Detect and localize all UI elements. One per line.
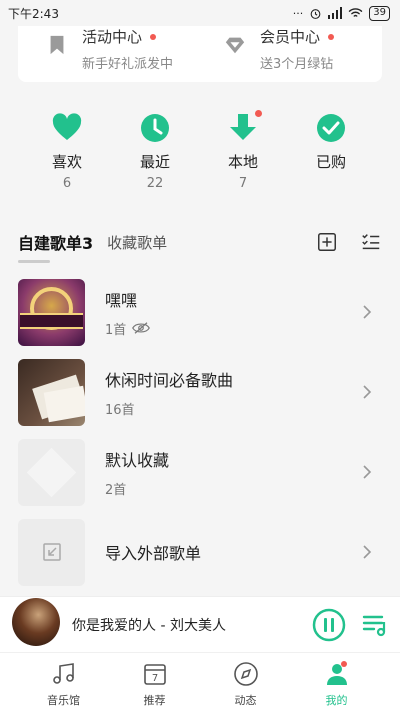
battery-indicator: 39 <box>369 5 390 21</box>
calendar-day-text: 7 <box>151 673 157 684</box>
add-playlist-icon[interactable] <box>316 231 338 253</box>
quick-recent[interactable]: 最近 22 <box>111 112 199 192</box>
quick-local-count: 7 <box>238 176 248 191</box>
playlist-title: 休闲时间必备歌曲 <box>105 370 234 390</box>
quick-favorites-label: 喜欢 <box>51 153 82 171</box>
diamond-icon <box>225 37 245 54</box>
chevron-right-icon <box>363 465 372 479</box>
quick-favorites[interactable]: 喜欢 6 <box>23 112 111 192</box>
playlist-count: 2首 <box>105 482 127 498</box>
alarm-icon <box>310 8 321 19</box>
chevron-right-icon <box>363 385 372 399</box>
hidden-eye-icon <box>132 322 151 334</box>
chevron-right-icon <box>363 305 372 319</box>
playlist-count: 1首 <box>105 322 127 338</box>
playlist-title: 嘿嘿 <box>105 290 138 310</box>
quick-purchased[interactable]: 已购 <box>287 112 375 192</box>
status-time: 下午2:43 <box>8 6 59 21</box>
status-bar: 下午2:43 ··· 39 <box>0 0 400 26</box>
list-item[interactable]: 默认收藏 2首 <box>18 432 382 512</box>
quick-recent-count: 22 <box>146 176 164 191</box>
quick-recent-label: 最近 <box>139 153 170 171</box>
status-icons: ··· 39 <box>292 5 390 21</box>
activity-center-entry[interactable]: 活动中心 新手好礼派发中 <box>18 26 204 82</box>
import-playlist-title: 导入外部歌单 <box>105 544 202 563</box>
nav-mine[interactable]: 我的 <box>291 653 382 711</box>
wifi-icon <box>349 8 363 17</box>
list-item[interactable]: 嘿嘿 1首 <box>18 272 382 352</box>
mini-player[interactable]: 你是我爱的人 - 刘大美人 <box>0 596 400 652</box>
signal-icon <box>328 7 343 19</box>
notification-dot <box>328 33 335 40</box>
activity-center-title: 活动中心 <box>82 28 143 46</box>
bookmark-icon <box>50 35 64 55</box>
notification-dot <box>150 33 157 40</box>
list-item[interactable]: 休闲时间必备歌曲 16首 <box>18 352 382 432</box>
vip-center-title: 会员中心 <box>260 28 321 46</box>
nav-feed[interactable]: 动态 <box>200 653 291 711</box>
music-note-icon <box>52 663 74 684</box>
tab-collected-playlists[interactable]: 收藏歌单 <box>107 232 167 253</box>
nav-mine-label: 我的 <box>325 694 348 707</box>
activity-center-subtitle: 新手好礼派发中 <box>82 57 174 72</box>
notification-dot <box>255 110 262 117</box>
nav-music-hall-label: 音乐馆 <box>47 694 80 707</box>
tab-my-playlists[interactable]: 自建歌单3 <box>18 230 93 263</box>
now-playing-title: 你是我爱的人 - 刘大美人 <box>72 617 226 634</box>
more-dots-icon: ··· <box>292 6 304 20</box>
playlist-cover <box>18 438 85 506</box>
playlist-queue-icon[interactable] <box>362 612 388 638</box>
playlist-tabs: 自建歌单3 收藏歌单 <box>18 224 382 263</box>
playlist-count: 16首 <box>105 402 135 418</box>
vip-center-entry[interactable]: 会员中心 送3个月绿钻 <box>204 26 382 82</box>
playlist-cover <box>18 278 85 346</box>
manage-list-icon[interactable] <box>360 231 382 253</box>
promo-card: 活动中心 新手好礼派发中 会员中心 送3个月绿钻 <box>18 26 382 82</box>
bottom-nav: 音乐馆 7 推荐 动态 我的 <box>0 652 400 711</box>
pause-button[interactable] <box>312 608 346 642</box>
nav-music-hall[interactable]: 音乐馆 <box>18 653 109 711</box>
compass-icon <box>233 662 258 686</box>
nav-recommend[interactable]: 7 推荐 <box>109 653 200 711</box>
calendar-icon: 7 <box>143 664 166 685</box>
quick-access-row: 喜欢 6 最近 22 本地 7 已购 <box>0 110 400 192</box>
download-icon <box>230 114 256 140</box>
vip-center-subtitle: 送3个月绿钻 <box>260 57 334 72</box>
nav-recommend-label: 推荐 <box>143 694 166 707</box>
playlist-cover <box>18 518 85 586</box>
import-arrow-icon <box>42 543 61 561</box>
heart-icon <box>52 113 82 140</box>
playlist-list: 嘿嘿 1首 休闲时间必备歌曲 16首 默认收藏 2首 导入外部歌单 <box>18 272 382 592</box>
clock-icon <box>141 114 169 142</box>
quick-favorites-count: 6 <box>62 176 72 191</box>
playlist-cover <box>18 358 85 426</box>
notification-dot <box>341 661 347 667</box>
quick-purchased-label: 已购 <box>315 153 346 171</box>
quick-local-label: 本地 <box>227 153 258 171</box>
quick-local[interactable]: 本地 7 <box>199 110 287 192</box>
playlist-title: 默认收藏 <box>105 450 170 470</box>
chevron-right-icon <box>363 545 372 559</box>
import-playlist-item[interactable]: 导入外部歌单 <box>18 512 382 592</box>
check-circle-icon <box>317 114 345 142</box>
nav-feed-label: 动态 <box>234 694 257 707</box>
now-playing-cover[interactable] <box>12 597 60 646</box>
